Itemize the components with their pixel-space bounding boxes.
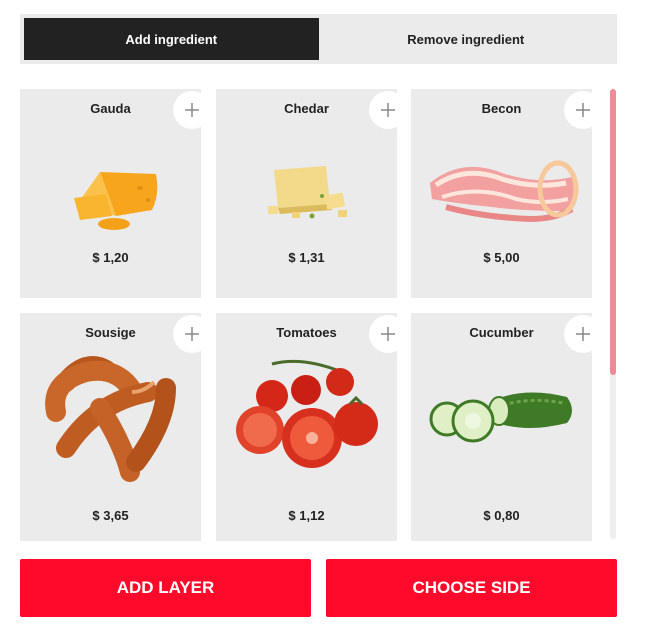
ingredient-card-gauda[interactable]: Gauda $ 1,20 [20, 89, 211, 298]
add-becon-button[interactable] [564, 91, 602, 129]
ingredient-card-chedar[interactable]: Chedar $ 1,31 [216, 89, 407, 298]
ingredient-price: $ 0,80 [483, 508, 520, 523]
tab-add-ingredient[interactable]: Add ingredient [24, 18, 319, 60]
plus-icon [576, 103, 590, 117]
plus-icon [576, 327, 590, 341]
plus-icon [185, 103, 199, 117]
ingredient-price: $ 1,20 [92, 250, 129, 265]
ingredient-card-sousige[interactable]: Sousige $ 3,65 [20, 313, 211, 541]
ingredient-price: $ 5,00 [483, 250, 520, 265]
tab-remove-ingredient[interactable]: Remove ingredient [319, 18, 614, 60]
add-layer-button[interactable]: ADD LAYER [20, 559, 311, 617]
sausages-image [20, 347, 201, 487]
ingredient-card-becon[interactable]: Becon $ 5,00 [411, 89, 602, 298]
choose-side-button[interactable]: CHOOSE SIDE [326, 559, 617, 617]
add-chedar-button[interactable] [369, 91, 407, 129]
plus-icon [185, 327, 199, 341]
ingredient-card-tomatoes[interactable]: Tomatoes $ 1,12 [216, 313, 407, 541]
parmesan-image [216, 129, 397, 259]
tomatoes-image [216, 347, 397, 487]
add-gauda-button[interactable] [173, 91, 211, 129]
ingredient-price: $ 3,65 [92, 508, 129, 523]
plus-icon [381, 103, 395, 117]
cucumber-image [411, 347, 592, 487]
ingredient-mode-tabs: Add ingredient Remove ingredient [20, 14, 617, 64]
ingredient-card-cucumber[interactable]: Cucumber $ 0,80 [411, 313, 602, 541]
cheese-wedge-image [20, 129, 201, 259]
bacon-image [411, 129, 592, 259]
ingredient-grid: Gauda $ 1,20 Chedar $ 1,31 Becon $ 5,00 … [20, 89, 610, 541]
ingredient-scrollbar[interactable] [610, 89, 616, 539]
ingredient-price: $ 1,31 [288, 250, 325, 265]
ingredient-price: $ 1,12 [288, 508, 325, 523]
plus-icon [381, 327, 395, 341]
scrollbar-thumb[interactable] [610, 89, 616, 375]
